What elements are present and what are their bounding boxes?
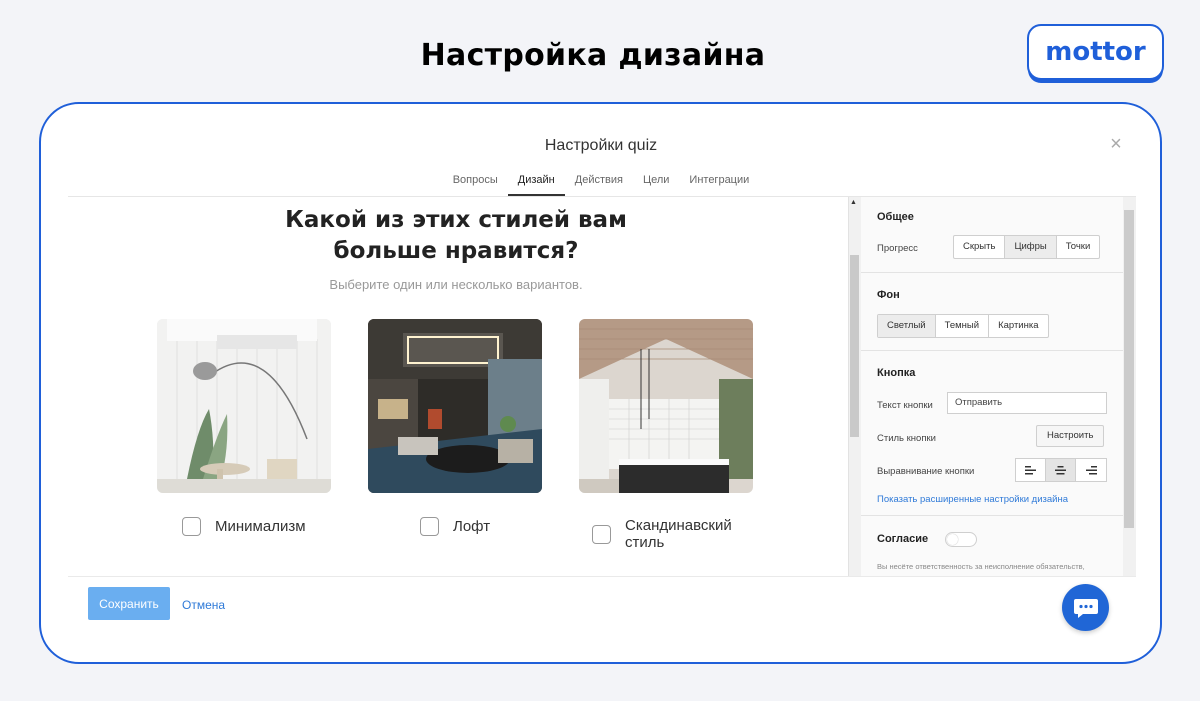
section-background: Фон Светлый Темный Картинка <box>861 273 1123 351</box>
progress-option-numbers[interactable]: Цифры <box>1005 236 1057 258</box>
settings-panel: ▲ Общее Прогресс Скрыть Цифры Точки Фон … <box>848 197 1136 576</box>
section-consent: Согласие Вы несёте ответственность за не… <box>861 516 1123 576</box>
preview-scrollbar[interactable] <box>850 255 859 437</box>
footer-divider <box>68 576 1136 577</box>
tab-actions[interactable]: Действия <box>565 166 633 196</box>
tab-goals[interactable]: Цели <box>633 166 679 196</box>
section-button: Кнопка Текст кнопки Отправить Стиль кноп… <box>861 351 1123 516</box>
loft-image <box>368 319 542 493</box>
option-label: Скандинавский стиль <box>625 517 732 551</box>
option-row: Скандинавский стиль <box>592 517 745 551</box>
background-option-dark[interactable]: Темный <box>936 315 990 337</box>
chat-bubble-icon[interactable] <box>1062 584 1109 631</box>
option-card-loft[interactable]: Лофт <box>368 319 542 536</box>
button-text-input[interactable]: Отправить <box>947 392 1107 414</box>
option-card-scandinavian[interactable]: Скандинавский стиль <box>579 319 753 551</box>
align-center-icon[interactable] <box>1046 459 1076 481</box>
tab-bar: Вопросы Дизайн Действия Цели Интеграции <box>41 166 1160 196</box>
modal-title: Настройки quiz <box>544 137 658 154</box>
consent-note: Вы несёте ответственность за неисполнени… <box>877 562 1085 576</box>
quiz-preview: Какой из этих стилей вам больше нравится… <box>68 197 847 577</box>
progress-option-hide[interactable]: Скрыть <box>954 236 1006 258</box>
section-title: Общее <box>877 211 914 223</box>
option-row: Лофт <box>420 517 490 536</box>
progress-segmented: Скрыть Цифры Точки <box>953 235 1101 259</box>
button-text-label: Текст кнопки <box>877 400 933 411</box>
mottor-logo[interactable]: mottor <box>1027 24 1164 80</box>
option-label: Минимализм <box>215 518 306 535</box>
align-segmented <box>1015 458 1107 482</box>
consent-toggle[interactable] <box>945 532 977 547</box>
progress-label: Прогресс <box>877 243 918 254</box>
advanced-settings-link[interactable]: Показать расширенные настройки дизайна <box>877 494 1068 505</box>
background-segmented: Светлый Темный Картинка <box>877 314 1049 338</box>
checkbox-scandinavian[interactable] <box>592 524 611 544</box>
question-subtitle: Выберите один или несколько вариантов. <box>329 277 583 292</box>
scandinavian-image <box>579 319 753 493</box>
tab-questions[interactable]: Вопросы <box>443 166 508 196</box>
screenshot-frame: Настройки quiz × Вопросы Дизайн Действия… <box>39 102 1162 664</box>
logo-text: mottor <box>1045 37 1146 67</box>
cancel-link[interactable]: Отмена <box>182 598 225 612</box>
section-title: Фон <box>877 289 900 301</box>
background-option-image[interactable]: Картинка <box>989 315 1047 337</box>
button-align-label: Выравнивание кнопки <box>877 466 975 477</box>
scroll-up-arrow-icon[interactable]: ▲ <box>850 199 857 206</box>
section-title: Согласие <box>877 533 929 545</box>
checkbox-loft[interactable] <box>420 517 439 536</box>
page-heading: Настройка дизайна <box>420 38 766 73</box>
question-title: Какой из этих стилей вам больше нравится… <box>68 205 844 267</box>
progress-option-dots[interactable]: Точки <box>1057 236 1100 258</box>
align-right-icon[interactable] <box>1076 459 1106 481</box>
question-title-line2: больше нравится? <box>333 238 579 264</box>
checkbox-minimalism[interactable] <box>182 517 201 536</box>
tab-integrations[interactable]: Интеграции <box>679 166 759 196</box>
align-left-icon[interactable] <box>1016 459 1046 481</box>
button-style-label: Стиль кнопки <box>877 433 936 444</box>
option-card-minimalism[interactable]: Минимализм <box>157 319 331 536</box>
section-title: Кнопка <box>877 367 916 379</box>
save-button[interactable]: Сохранить <box>88 587 170 620</box>
background-option-light[interactable]: Светлый <box>878 315 936 337</box>
configure-button[interactable]: Настроить <box>1036 425 1105 447</box>
close-icon[interactable]: × <box>1107 134 1125 154</box>
minimalism-image <box>157 319 331 493</box>
option-label: Лофт <box>453 518 491 535</box>
tab-design[interactable]: Дизайн <box>507 166 565 196</box>
option-row: Минимализм <box>182 517 306 536</box>
section-general: Общее Прогресс Скрыть Цифры Точки <box>861 197 1123 273</box>
settings-scrollbar[interactable] <box>1124 210 1134 528</box>
question-title-line1: Какой из этих стилей вам <box>285 207 627 233</box>
